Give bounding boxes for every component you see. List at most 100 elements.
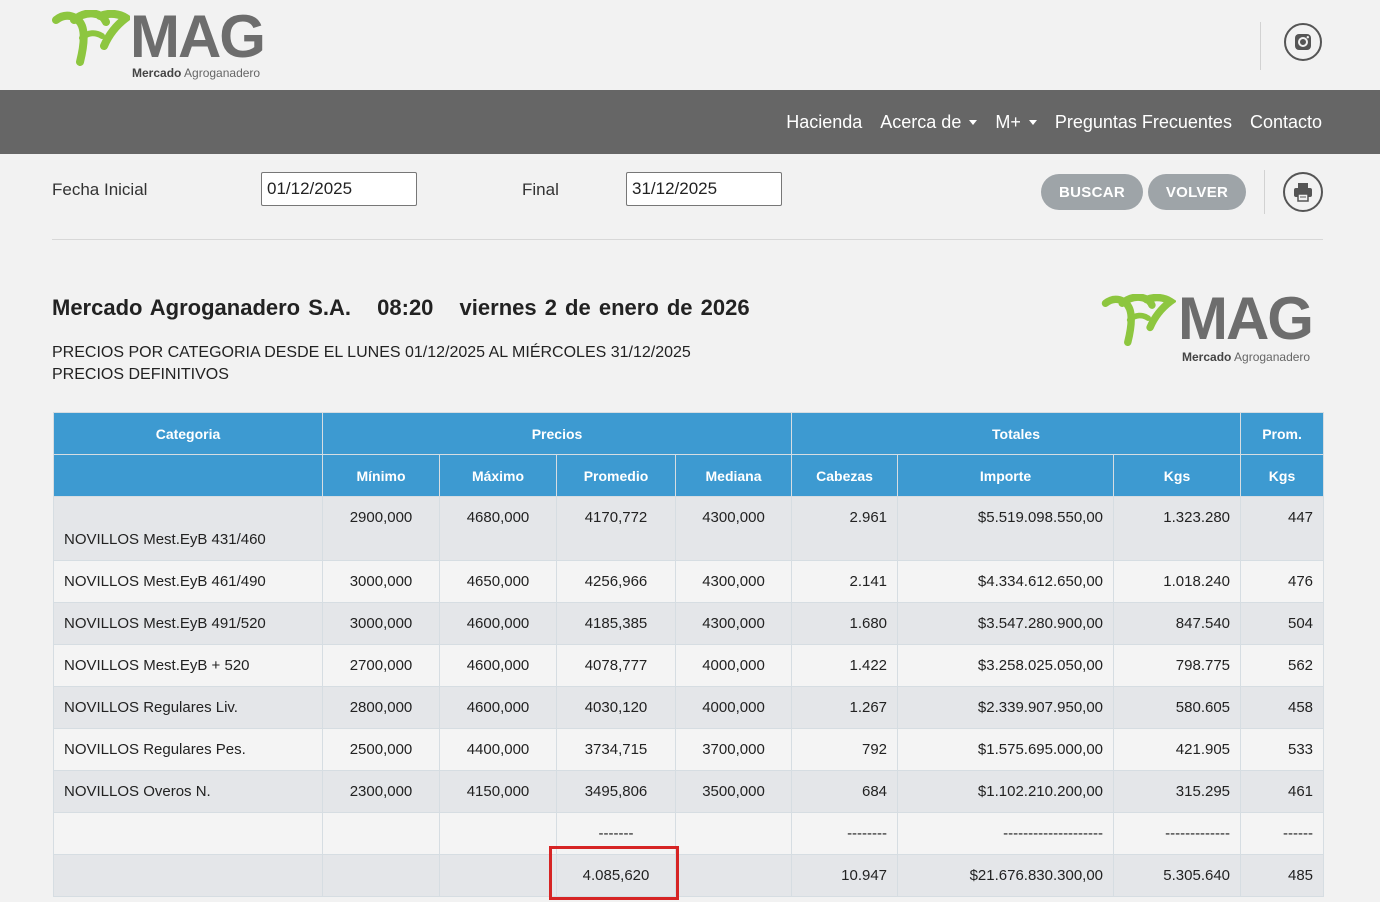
cell-minimo <box>322 812 440 855</box>
cell-minimo: 2900,000 <box>322 496 440 561</box>
col-header-mediana: Mediana <box>674 454 793 497</box>
mag-logo[interactable]: MAG Mercado Agroganadero <box>52 3 292 86</box>
cell-mediana: 4300,000 <box>674 602 793 645</box>
print-icon[interactable] <box>1283 172 1323 212</box>
search-button[interactable]: BUSCAR <box>1041 174 1143 210</box>
cell-cabezas: -------- <box>791 812 899 855</box>
cell-prom-kgs: 458 <box>1240 686 1325 729</box>
caret-down-icon <box>1028 119 1037 125</box>
table-row: NOVILLOS Regulares Liv. 2800,000 4600,00… <box>53 686 1325 729</box>
mag-logo-subtitle: Mercado Agroganadero <box>1182 350 1311 364</box>
cell-promedio-total: 4.085,620 <box>556 854 676 897</box>
nav-item-m-plus[interactable]: M+ <box>986 112 1046 133</box>
cell-minimo <box>322 854 440 897</box>
report-status-text: PRECIOS DEFINITIVOS <box>52 366 229 383</box>
cell-cabezas: 684 <box>791 770 899 813</box>
cell-prom-kgs: 562 <box>1240 644 1325 687</box>
cell-kgs: 1.018.240 <box>1113 560 1242 603</box>
cell-maximo: 4600,000 <box>439 602 557 645</box>
cell-mediana: 4300,000 <box>674 560 793 603</box>
col-header-cabezas: Cabezas <box>791 454 899 497</box>
cell-kgs: 798.775 <box>1113 644 1242 687</box>
cell-promedio: 4256,966 <box>556 560 676 603</box>
cell-maximo: 4680,000 <box>439 496 557 561</box>
col-header-prom: Prom. <box>1240 412 1325 455</box>
col-header-kgs: Kgs <box>1113 454 1242 497</box>
mag-logo-subtitle: Mercado Agroganadero <box>132 66 261 80</box>
cell-mediana: 4300,000 <box>674 496 793 561</box>
cell-mediana: 4000,000 <box>674 644 793 687</box>
start-date-label: Fecha Inicial <box>52 180 148 199</box>
col-header-maximo: Máximo <box>439 454 557 497</box>
cell-prom-kgs-total: 485 <box>1240 854 1325 897</box>
col-header-promedio: Promedio <box>556 454 676 497</box>
cell-maximo <box>439 812 557 855</box>
cell-importe-total: $21.676.830.300,00 <box>897 854 1115 897</box>
cell-categoria: NOVILLOS Regulares Pes. <box>53 728 323 771</box>
cell-maximo: 4650,000 <box>439 560 557 603</box>
table-row: NOVILLOS Mest.EyB + 520 2700,000 4600,00… <box>53 644 1325 687</box>
cell-categoria: NOVILLOS Overos N. <box>53 770 323 813</box>
col-header-importe: Importe <box>897 454 1115 497</box>
table-row: NOVILLOS Overos N. 2300,000 4150,000 349… <box>53 770 1325 813</box>
prices-table: Categoria Precios Totales Prom. Mínimo M… <box>53 412 1325 897</box>
cell-maximo: 4400,000 <box>439 728 557 771</box>
cell-minimo: 2300,000 <box>322 770 440 813</box>
cell-promedio: 4030,120 <box>556 686 676 729</box>
cell-cabezas: 2.961 <box>791 496 899 561</box>
table-sub-header-row: Mínimo Máximo Promedio Mediana Cabezas I… <box>53 454 1325 497</box>
cell-importe: $1.102.210.200,00 <box>897 770 1115 813</box>
nav-item-preguntas-frecuentes[interactable]: Preguntas Frecuentes <box>1046 112 1241 133</box>
table-totals-row: 4.085,620 10.947 $21.676.830.300,00 5.30… <box>53 854 1325 897</box>
cell-prom-kgs: ------ <box>1240 812 1325 855</box>
cell-categoria: NOVILLOS Mest.EyB + 520 <box>53 644 323 687</box>
nav-item-acerca-de[interactable]: Acerca de <box>871 112 986 133</box>
cell-kgs-total: 5.305.640 <box>1113 854 1242 897</box>
mag-logo-text: MAG <box>1178 285 1314 352</box>
cell-minimo: 2800,000 <box>322 686 440 729</box>
cell-maximo: 4150,000 <box>439 770 557 813</box>
cell-importe: $5.519.098.550,00 <box>897 496 1115 561</box>
end-date-input[interactable] <box>626 172 782 206</box>
col-header-precios: Precios <box>321 412 793 455</box>
cell-minimo: 3000,000 <box>322 560 440 603</box>
report-time: 08:20 <box>377 295 434 320</box>
cell-importe: -------------------- <box>897 812 1115 855</box>
top-header: MAG Mercado Agroganadero <box>0 0 1380 90</box>
cell-importe: $2.339.907.950,00 <box>897 686 1115 729</box>
table-group-header-row: Categoria Precios Totales Prom. <box>53 412 1325 455</box>
cell-categoria: NOVILLOS Regulares Liv. <box>53 686 323 729</box>
cell-minimo: 2500,000 <box>322 728 440 771</box>
caret-down-icon <box>969 119 978 125</box>
cell-mediana: 3500,000 <box>674 770 793 813</box>
cell-cabezas-total: 10.947 <box>791 854 899 897</box>
cell-categoria: NOVILLOS Mest.EyB 461/490 <box>53 560 323 603</box>
cell-cabezas: 1.422 <box>791 644 899 687</box>
cell-importe: $1.575.695.000,00 <box>897 728 1115 771</box>
cell-categoria <box>53 854 323 897</box>
start-date-input[interactable] <box>261 172 417 206</box>
mag-logo-symbol-icon <box>52 10 130 66</box>
table-row: NOVILLOS Mest.EyB 431/460 2900,000 4680,… <box>53 496 1325 561</box>
col-header-prom-kgs: Kgs <box>1240 454 1325 497</box>
nav-item-hacienda[interactable]: Hacienda <box>777 112 871 133</box>
cell-categoria <box>53 812 323 855</box>
cell-prom-kgs: 461 <box>1240 770 1325 813</box>
back-button[interactable]: VOLVER <box>1148 174 1246 210</box>
cell-importe: $3.547.280.900,00 <box>897 602 1115 645</box>
main-navbar: Hacienda Acerca de M+ Preguntas Frecuent… <box>0 90 1380 154</box>
col-header-categoria: Categoria <box>53 412 323 455</box>
cell-promedio: 3734,715 <box>556 728 676 771</box>
cell-kgs: 421.905 <box>1113 728 1242 771</box>
instagram-icon[interactable] <box>1284 23 1322 61</box>
filter-divider <box>1264 170 1265 214</box>
cell-mediana <box>674 812 793 855</box>
nav-item-contacto[interactable]: Contacto <box>1241 112 1322 133</box>
col-header-minimo: Mínimo <box>322 454 440 497</box>
cell-kgs: 1.323.280 <box>1113 496 1242 561</box>
cell-minimo: 2700,000 <box>322 644 440 687</box>
cell-promedio: 4170,772 <box>556 496 676 561</box>
cell-cabezas: 1.267 <box>791 686 899 729</box>
report-date: viernes 2 de enero de 2026 <box>459 295 750 320</box>
mag-logo-text: MAG <box>130 3 266 70</box>
